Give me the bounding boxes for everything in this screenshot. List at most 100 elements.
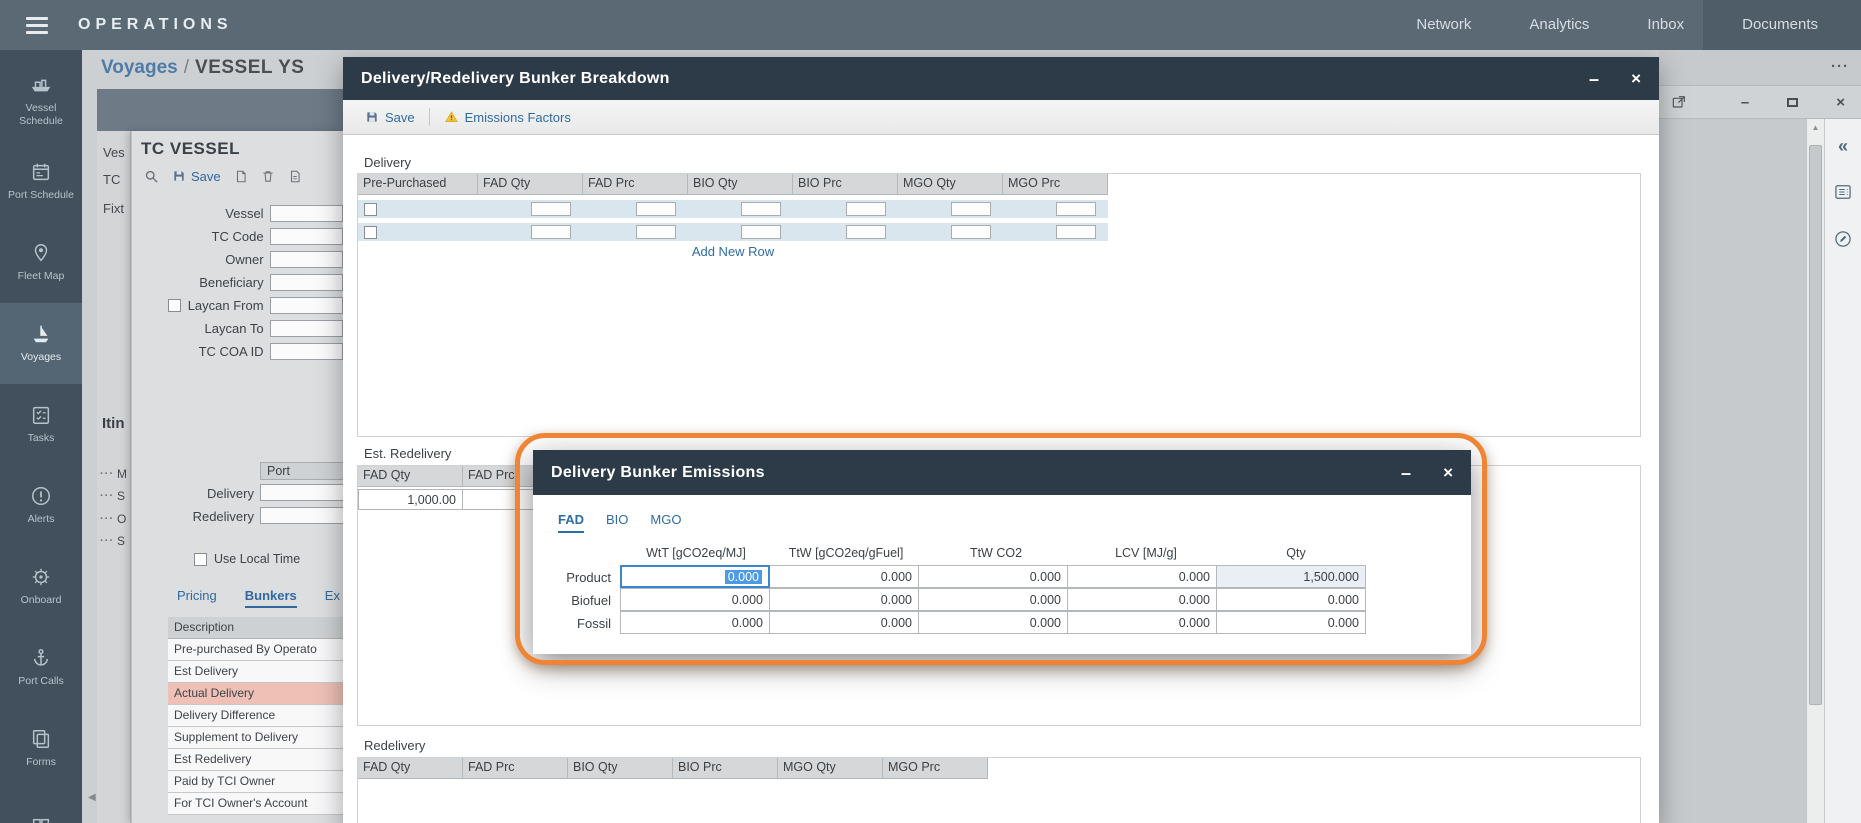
vessel-field[interactable] [270,205,343,222]
bio-prc-input[interactable] [846,225,886,239]
mgo-qty-input[interactable] [951,202,991,216]
grid-row-selected[interactable]: Actual Delivery [168,683,343,705]
scroll-up-arrow-icon[interactable]: ▲ [1807,119,1824,137]
tab-fad[interactable]: FAD [558,512,584,533]
tc-coa-id-field[interactable] [270,343,343,360]
row-menu-icon[interactable]: ··· [100,535,114,547]
list-panel-icon[interactable] [1833,182,1853,202]
emissions-cell[interactable]: 0.000 [1216,588,1366,611]
row-menu-icon[interactable]: ··· [100,468,114,480]
add-new-row-link[interactable]: Add New Row [358,244,1108,259]
itinerary-row[interactable]: ···S [100,489,125,503]
mgo-qty-input[interactable] [951,225,991,239]
sidebar-item-port-calls[interactable]: Port Calls [0,627,82,708]
close-icon[interactable]: × [1631,70,1641,87]
more-options-icon[interactable]: ··· [1831,58,1849,75]
tab-bio[interactable]: BIO [606,512,628,533]
scroll-left-arrow-icon[interactable]: ◀ [88,792,96,803]
fad-prc-input[interactable] [636,225,676,239]
fad-qty-cell[interactable]: 1,000.00 [358,489,463,510]
search-icon[interactable] [144,169,159,184]
use-local-time-checkbox[interactable] [194,553,207,566]
itinerary-row[interactable]: ···O [100,512,126,526]
collapse-panel-icon[interactable]: « [1838,137,1848,155]
save-button[interactable]: Save [357,110,423,125]
emissions-cell[interactable]: 0.000 [769,565,919,588]
delete-trash-icon[interactable] [261,169,275,184]
mgo-prc-input[interactable] [1056,225,1096,239]
emissions-cell[interactable]: 0.000 [1067,565,1217,588]
window-maximize-button[interactable] [1787,98,1798,107]
emissions-cell[interactable]: 0.000 [918,565,1068,588]
copy-document-icon[interactable] [234,169,248,184]
close-icon[interactable]: × [1443,464,1453,481]
nav-network[interactable]: Network [1387,0,1500,50]
grid-row[interactable]: Pre-purchased By Operato [168,639,343,661]
emissions-factors-button[interactable]: Emissions Factors [436,110,579,125]
emissions-cell[interactable]: 0.000 [1216,611,1366,634]
grid-row[interactable]: Est Delivery [168,661,343,683]
nav-documents[interactable]: Documents [1713,0,1847,50]
fad-qty-input[interactable] [531,225,571,239]
row-menu-icon[interactable]: ··· [100,490,114,502]
emissions-cell[interactable]: 0.000 [1067,611,1217,634]
delivery-port-field[interactable] [260,484,343,501]
minimize-icon[interactable]: – [1589,70,1599,88]
breadcrumb-voyages-link[interactable]: Voyages [101,57,178,78]
laycan-checkbox[interactable] [168,299,181,312]
fad-qty-input[interactable] [531,202,571,216]
tab-pricing[interactable]: Pricing [177,588,217,608]
nav-inbox[interactable]: Inbox [1618,0,1713,50]
grid-row[interactable]: Paid by TCI Owner [168,771,343,793]
itinerary-row[interactable]: ···S [100,534,125,548]
mgo-prc-input[interactable] [1056,202,1096,216]
nav-analytics[interactable]: Analytics [1500,0,1618,50]
emissions-cell[interactable]: 0.000 [769,588,919,611]
itinerary-row[interactable]: ···M [100,467,127,481]
tab-mgo[interactable]: MGO [650,512,681,533]
edit-circle-icon[interactable] [1833,229,1853,249]
vertical-scrollbar[interactable]: ▲ [1806,119,1824,823]
row-menu-icon[interactable]: ··· [100,513,114,525]
grid-row[interactable]: Supplement to Delivery [168,727,343,749]
bio-qty-input[interactable] [741,202,781,216]
sidebar-item-alerts[interactable]: Alerts [0,465,82,546]
report-document-icon[interactable] [288,169,302,184]
bio-prc-input[interactable] [846,202,886,216]
tab-expenses[interactable]: Ex [325,588,340,608]
sidebar-item-onboard[interactable]: Onboard [0,546,82,627]
save-button[interactable]: Save [172,169,221,184]
window-minimize-button[interactable]: – [1741,95,1749,110]
sidebar-item-vessel-schedule[interactable]: Vessel Schedule [0,60,82,141]
grid-row[interactable]: For TCI Owner's Account [168,793,343,815]
pre-purchased-checkbox[interactable] [364,226,377,239]
emissions-cell-focused[interactable]: 0.000 [620,565,770,588]
hamburger-menu-icon[interactable] [26,17,48,34]
redelivery-port-field[interactable] [260,507,343,524]
sidebar-item-partial[interactable] [0,789,82,823]
minimize-icon[interactable]: – [1401,464,1411,482]
emissions-cell[interactable]: 0.000 [769,611,919,634]
sidebar-item-port-schedule[interactable]: Port Schedule [0,141,82,222]
emissions-cell[interactable]: 0.000 [620,611,770,634]
emissions-qty-cell[interactable]: 1,500.000 [1216,565,1366,588]
sidebar-item-fleet-map[interactable]: Fleet Map [0,222,82,303]
emissions-cell[interactable]: 0.000 [620,588,770,611]
emissions-cell[interactable]: 0.000 [918,611,1068,634]
grid-row[interactable]: Est Redelivery [168,749,343,771]
pre-purchased-checkbox[interactable] [364,203,377,216]
tc-code-field[interactable] [270,228,343,245]
sidebar-item-forms[interactable]: Forms [0,708,82,789]
scrollbar-thumb[interactable] [1809,145,1822,705]
tab-bunkers[interactable]: Bunkers [245,588,297,608]
laycan-from-field[interactable] [270,297,343,314]
grid-row[interactable]: Delivery Difference [168,705,343,727]
emissions-cell[interactable]: 0.000 [918,588,1068,611]
owner-field[interactable] [270,251,343,268]
sidebar-item-voyages[interactable]: Voyages [0,303,82,384]
beneficiary-field[interactable] [270,274,343,291]
bio-qty-input[interactable] [741,225,781,239]
emissions-cell[interactable]: 0.000 [1067,588,1217,611]
window-close-button[interactable]: × [1836,95,1845,110]
open-external-icon[interactable] [1671,94,1687,110]
